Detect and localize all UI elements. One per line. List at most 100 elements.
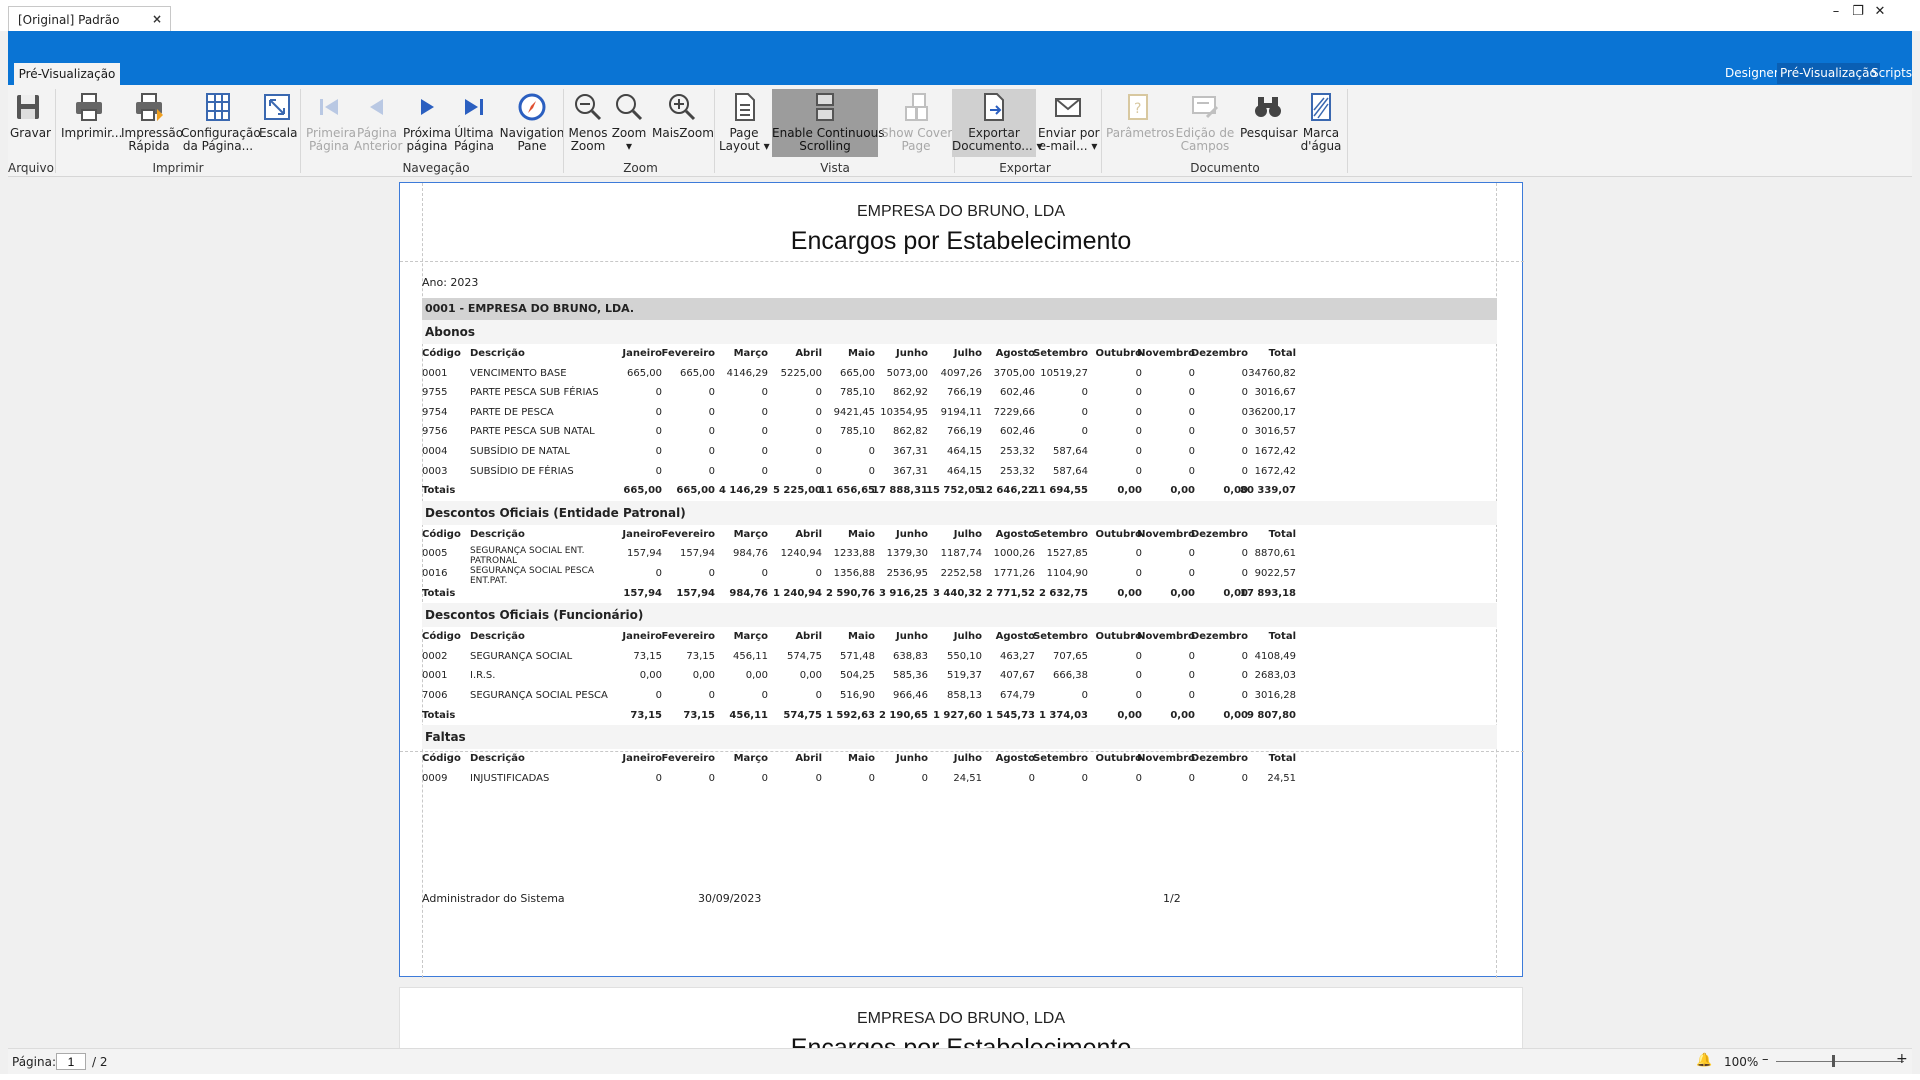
zoom-plus-icon[interactable]: + xyxy=(1896,1051,1908,1067)
first-page-button[interactable]: Primeira Página xyxy=(306,89,356,159)
value-cell: 966,46 xyxy=(893,689,928,701)
zoom-out-icon xyxy=(575,94,602,121)
save-button[interactable]: Gravar xyxy=(10,89,51,159)
minimize-icon[interactable]: – xyxy=(1826,2,1846,22)
column-header: Outubro xyxy=(1095,753,1142,765)
next-page-button[interactable]: Próxima página xyxy=(403,89,451,159)
zoom-slider[interactable] xyxy=(1776,1061,1904,1062)
column-header: Agosto xyxy=(995,528,1035,540)
value-cell: 253,32 xyxy=(1000,465,1035,477)
value-cell: 785,10 xyxy=(840,387,875,399)
value-cell: 0 xyxy=(761,445,768,457)
table-row: 9756 PARTE PESCA SUB NATAL 0 0 0 0 785,10 862,8… xyxy=(422,422,1497,442)
ribbon-tab-preview[interactable]: Pré-Visualização xyxy=(14,63,120,85)
watermark-icon xyxy=(1311,93,1331,121)
value-cell: 0 xyxy=(761,406,768,418)
column-header: Janeiro xyxy=(622,528,662,540)
value-cell: 858,13 xyxy=(947,689,982,701)
column-header: Outubro xyxy=(1095,528,1142,540)
section-header: Abonos xyxy=(422,320,1497,344)
column-header: Agosto xyxy=(995,348,1035,359)
parameters-button[interactable]: ? Parâmetros xyxy=(1106,89,1174,159)
page-number-input[interactable] xyxy=(56,1053,86,1070)
previous-page-button[interactable]: Página Anterior xyxy=(354,89,402,159)
page-layout-icon xyxy=(735,93,755,121)
restore-icon[interactable]: ❐ xyxy=(1848,2,1868,22)
watermark-button[interactable]: Marca d'água xyxy=(1298,89,1344,159)
tab-designer[interactable]: Designer xyxy=(1722,63,1782,84)
last-page-button[interactable]: Última Página xyxy=(454,89,494,159)
description-cell: SEGURANÇA SOCIAL PESCA xyxy=(470,689,608,701)
column-header: Descrição xyxy=(470,348,525,359)
value-cell: 0,00 xyxy=(639,670,662,682)
zoom-slider-thumb[interactable] xyxy=(1832,1055,1835,1067)
value-cell: 0 xyxy=(655,772,662,784)
export-icon xyxy=(984,93,1004,121)
value-cell: 157,94 xyxy=(627,548,662,560)
section-header: Descontos Oficiais (Funcionário) xyxy=(422,603,1497,628)
value-cell: 5073,00 xyxy=(886,367,928,379)
code-cell: 0004 xyxy=(422,445,448,457)
value-cell: 0 xyxy=(761,465,768,477)
export-document-button[interactable]: Exportar Documento... ▾ xyxy=(952,89,1043,157)
navigation-pane-button[interactable]: Navigation Pane xyxy=(498,89,566,159)
zoom-minus-icon[interactable]: – xyxy=(1762,1052,1769,1067)
value-cell: 2683,03 xyxy=(1254,670,1296,682)
page-layout-button[interactable]: Page Layout ▾ xyxy=(719,89,770,159)
column-header: Março xyxy=(733,348,768,359)
total-value: 0,00 xyxy=(1170,485,1195,497)
group-label-imprimir: Imprimir xyxy=(152,161,204,175)
scale-button[interactable]: Escala xyxy=(259,89,297,159)
group-label-vista: Vista xyxy=(820,161,850,175)
total-value: 1 927,60 xyxy=(932,709,982,721)
total-value: 2 632,75 xyxy=(1038,587,1088,599)
field-editing-button[interactable]: Edição de Campos xyxy=(1173,89,1237,159)
print-button[interactable]: Imprimir... xyxy=(61,89,122,159)
column-header: Total xyxy=(1268,753,1296,765)
total-value: 1 374,03 xyxy=(1038,709,1088,721)
value-cell: 0 xyxy=(815,567,822,579)
value-cell: 0 xyxy=(1188,445,1195,457)
column-header: Junho xyxy=(896,753,928,765)
zoom-out-button[interactable]: Menos Zoom xyxy=(568,89,608,159)
close-window-icon[interactable]: ✕ xyxy=(1870,2,1890,22)
document-tab[interactable]: [Original] Padrão × xyxy=(8,6,171,31)
search-button[interactable]: Pesquisar xyxy=(1240,89,1298,159)
value-cell: 0 xyxy=(815,465,822,477)
document-preview-area[interactable]: EMPRESA DO BRUNO, LDA Encargos por Estab… xyxy=(8,178,1912,1048)
value-cell: 585,36 xyxy=(893,670,928,682)
value-cell: 0 xyxy=(655,567,662,579)
total-value: 3 440,32 xyxy=(932,587,982,599)
value-cell: 1771,26 xyxy=(993,567,1035,579)
value-cell: 0 xyxy=(1135,445,1142,457)
value-cell: 766,19 xyxy=(947,387,982,399)
column-header-row: Código Descrição Janeiro Fevereiro Março Abri… xyxy=(422,749,1497,769)
value-cell: 36200,17 xyxy=(1248,406,1296,418)
value-cell: 3705,00 xyxy=(993,367,1035,379)
company-name: EMPRESA DO BRUNO, LDA xyxy=(856,203,1066,220)
zoom-in-button[interactable]: MaisZoom xyxy=(652,89,714,159)
bell-icon[interactable]: 🔔 xyxy=(1696,1053,1712,1068)
continuous-scrolling-button[interactable]: Enable Continuous Scrolling xyxy=(772,89,884,157)
page-setup-icon xyxy=(206,93,230,121)
value-cell: 0 xyxy=(1081,406,1088,418)
zoom-button[interactable]: Zoom ▾ xyxy=(611,89,647,159)
value-cell: 1000,26 xyxy=(993,548,1035,560)
send-email-button[interactable]: Enviar por e-mail... ▾ xyxy=(1038,89,1100,159)
value-cell: 1233,88 xyxy=(833,548,875,560)
quick-print-button[interactable]: Impressão Rápida xyxy=(121,89,183,159)
company-header-row: 0001 - EMPRESA DO BRUNO, LDA. xyxy=(422,298,1497,320)
report-preview-window: [Original] Padrão × – ❐ ✕ Pré-Visualizaç… xyxy=(0,0,1920,1080)
tab-scripts[interactable]: Scripts xyxy=(1868,63,1915,84)
page-setup-button[interactable]: Configuração da Página... xyxy=(181,89,261,159)
table-row: 0001 VENCIMENTO BASE 665,00 665,00 4146,29 52… xyxy=(422,364,1497,384)
description-cell: I.R.S. xyxy=(470,670,496,682)
value-cell: 587,64 xyxy=(1053,445,1088,457)
value-cell: 665,00 xyxy=(840,367,875,379)
column-header: Código xyxy=(422,631,461,643)
tab-pre-visualizacao[interactable]: Pré-Visualização xyxy=(1777,63,1880,84)
table-row: 0003 SUBSÍDIO DE FÉRIAS 0 0 0 0 0 367,31 464,15 2… xyxy=(422,462,1497,482)
close-tab-icon[interactable]: × xyxy=(152,12,162,26)
value-cell: 665,00 xyxy=(627,367,662,379)
show-cover-page-button[interactable]: Show Cover Page xyxy=(881,89,952,159)
